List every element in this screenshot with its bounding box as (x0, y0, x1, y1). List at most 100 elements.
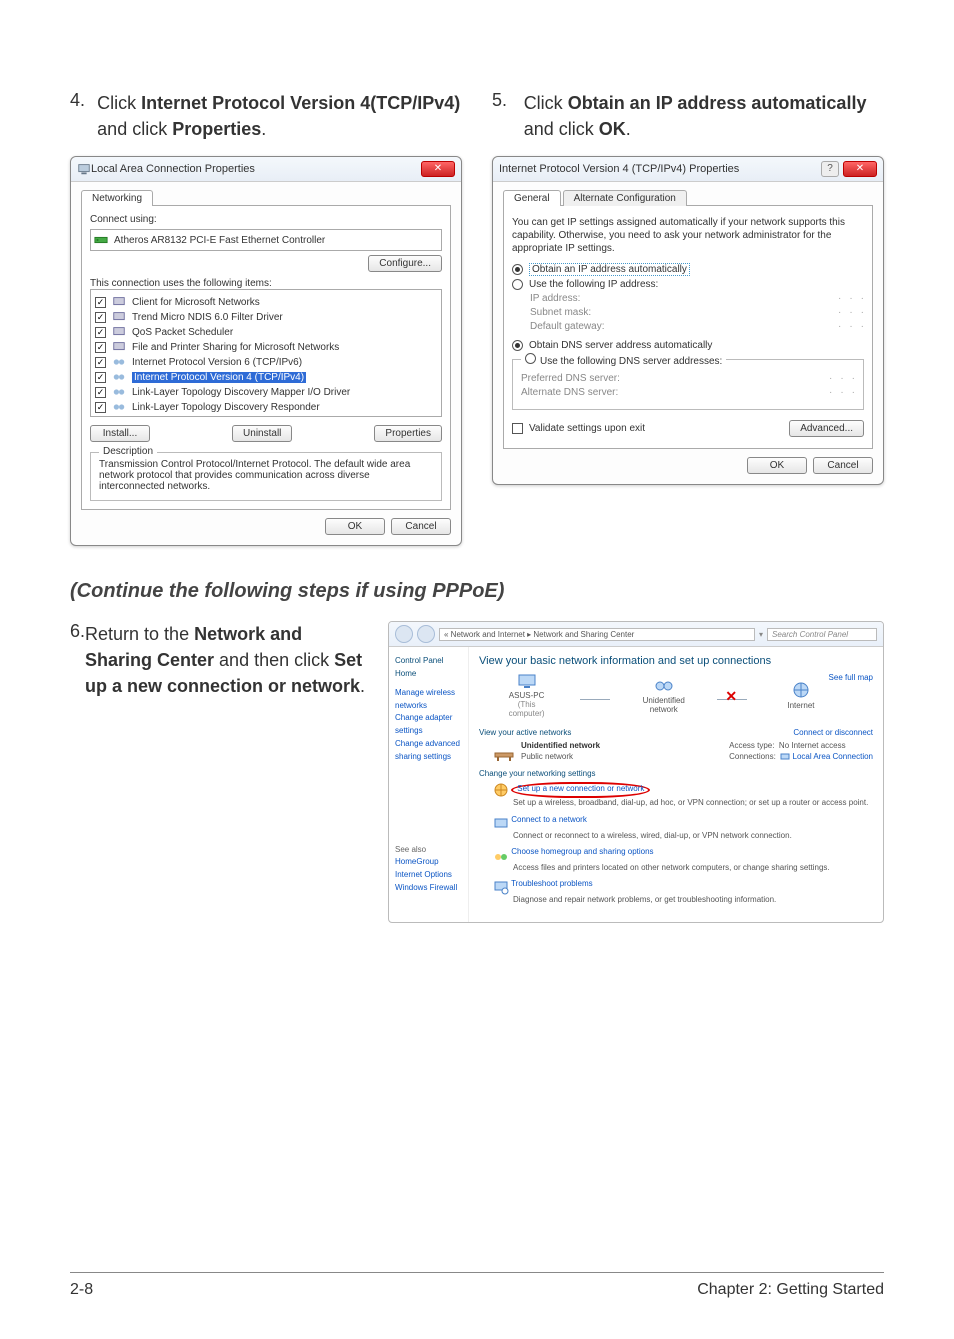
card-title: Unidentified network (521, 741, 600, 751)
list-item[interactable]: Trend Micro NDIS 6.0 Filter Driver (132, 312, 283, 323)
label-auto-dns[interactable]: Obtain DNS server address automatically (529, 340, 712, 351)
option-connect-network[interactable]: Connect to a network Connect or reconnec… (493, 815, 873, 841)
sidebar-adapter[interactable]: Change adapter settings (395, 712, 462, 738)
ipv4-titlebar: Internet Protocol Version 4 (TCP/IPv4) P… (493, 157, 883, 182)
radio-use-dns[interactable] (525, 353, 536, 364)
list-item[interactable]: Link-Layer Topology Discovery Mapper I/O… (132, 387, 350, 398)
ok-button[interactable]: OK (747, 457, 807, 474)
items-listbox[interactable]: Client for Microsoft Networks Trend Micr… (90, 289, 442, 417)
opt2-title: Connect to a network (511, 815, 587, 824)
node-unid-label: Unidentified network (636, 696, 691, 714)
sidebar-homegroup[interactable]: HomeGroup (395, 856, 462, 869)
sidebar-home[interactable]: Control Panel Home (395, 655, 462, 681)
label-validate[interactable]: Validate settings upon exit (529, 423, 645, 434)
connect-disconnect-link[interactable]: Connect or disconnect (793, 728, 873, 737)
sidebar-inetopt[interactable]: Internet Options (395, 869, 462, 882)
help-icon[interactable]: ? (821, 161, 839, 177)
opt4-title: Troubleshoot problems (511, 879, 593, 888)
lan-title: Local Area Connection Properties (91, 163, 421, 175)
list-item[interactable]: File and Printer Sharing for Microsoft N… (132, 342, 339, 353)
opt1-title: Set up a new connection or network (517, 784, 644, 793)
cancel-button[interactable]: Cancel (813, 457, 873, 474)
option-homegroup[interactable]: Choose homegroup and sharing options Acc… (493, 847, 873, 873)
radio-auto-ip[interactable] (512, 264, 523, 275)
list-item[interactable]: Internet Protocol Version 6 (TCP/IPv6) (132, 357, 302, 368)
option-troubleshoot[interactable]: Troubleshoot problems Diagnose and repai… (493, 879, 873, 905)
checkbox-icon[interactable] (95, 342, 106, 353)
sidebar-seealso: See also (395, 844, 462, 857)
service-icon (112, 340, 126, 354)
breadcrumb[interactable]: « Network and Internet ▸ Network and Sha… (439, 628, 755, 641)
label-use-dns[interactable]: Use the following DNS server addresses: (540, 356, 722, 367)
label-use-ip[interactable]: Use the following IP address: (529, 279, 658, 290)
subnet-label: Subnet mask: (530, 307, 640, 318)
radio-auto-dns[interactable] (512, 340, 523, 351)
alt-dns-field: ··· (829, 387, 855, 398)
tab-general[interactable]: General (503, 190, 561, 206)
page-footer: 2-8 Chapter 2: Getting Started (70, 1272, 884, 1299)
radio-use-ip[interactable] (512, 279, 523, 290)
client-icon (112, 295, 126, 309)
checkbox-icon[interactable] (95, 387, 106, 398)
node-pc-label: ASUS-PC (499, 691, 554, 700)
ip-address-label: IP address: (530, 293, 640, 304)
gateway-label: Default gateway: (530, 321, 640, 332)
back-icon[interactable] (395, 625, 413, 643)
label-auto-ip[interactable]: Obtain an IP address automatically (529, 263, 690, 276)
uninstall-button[interactable]: Uninstall (232, 425, 292, 442)
active-network-card: Unidentified network Public network Acce… (493, 741, 873, 763)
close-icon[interactable]: ✕ (843, 161, 877, 177)
globe-icon (792, 681, 810, 699)
list-item-selected[interactable]: Internet Protocol Version 4 (TCP/IPv4) (132, 372, 306, 383)
list-item[interactable]: QoS Packet Scheduler (132, 327, 233, 338)
network-map: ASUS-PC (This computer) Unidentified net… (499, 673, 829, 718)
connection-link[interactable]: Local Area Connection (793, 752, 874, 761)
step6-text: Return to the Network and Sharing Center… (85, 621, 370, 699)
step5-post: . (626, 119, 631, 139)
connect-using-label: Connect using: (90, 214, 442, 225)
service-icon (112, 310, 126, 324)
list-item[interactable]: Client for Microsoft Networks (132, 297, 260, 308)
highlighted-option: Set up a new connection or network (511, 782, 650, 797)
install-button[interactable]: Install... (90, 425, 150, 442)
list-item[interactable]: Link-Layer Topology Discovery Responder (132, 402, 320, 413)
network-sharing-center-window: « Network and Internet ▸ Network and Sha… (388, 621, 884, 923)
see-full-map-link[interactable]: See full map (829, 673, 873, 682)
checkbox-icon[interactable] (95, 372, 106, 383)
sidebar-wireless[interactable]: Manage wireless networks (395, 687, 462, 713)
step5-mid: and click (524, 119, 599, 139)
node-internet: Internet (773, 681, 828, 710)
close-icon[interactable]: ✕ (421, 161, 455, 177)
node-internet-label: Internet (773, 701, 828, 710)
checkbox-validate[interactable] (512, 423, 523, 434)
sidebar-firewall[interactable]: Windows Firewall (395, 882, 462, 895)
checkbox-icon[interactable] (95, 312, 106, 323)
advanced-button[interactable]: Advanced... (789, 420, 864, 437)
configure-button[interactable]: Configure... (368, 255, 442, 272)
step5-bold2: OK (599, 119, 626, 139)
checkbox-icon[interactable] (95, 327, 106, 338)
connect-icon (493, 815, 509, 831)
properties-button[interactable]: Properties (374, 425, 442, 442)
sidebar: Control Panel Home Manage wireless netwo… (389, 647, 469, 922)
node-pc-sub: (This computer) (499, 700, 554, 718)
sidebar-advanced[interactable]: Change advanced sharing settings (395, 738, 462, 764)
service-icon (112, 325, 126, 339)
checkbox-icon[interactable] (95, 357, 106, 368)
step4-bold1: Internet Protocol Version 4(TCP/IPv4) (141, 93, 460, 113)
gateway-field: ··· (838, 321, 864, 332)
tab-networking[interactable]: Networking (81, 190, 153, 206)
search-input[interactable]: Search Control Panel (767, 628, 877, 641)
forward-icon[interactable] (417, 625, 435, 643)
cancel-button[interactable]: Cancel (391, 518, 451, 535)
checkbox-icon[interactable] (95, 297, 106, 308)
page-number: 2-8 (70, 1281, 93, 1299)
option-setup-connection[interactable]: Set up a new connection or network Set u… (493, 782, 873, 808)
opt3-desc: Access files and printers located on oth… (513, 863, 830, 873)
ok-button[interactable]: OK (325, 518, 385, 535)
alt-dns-label: Alternate DNS server: (521, 387, 631, 398)
checkbox-icon[interactable] (95, 402, 106, 413)
subnet-field: ··· (838, 307, 864, 318)
step5-text: Click Obtain an IP address automatically… (524, 90, 884, 142)
tab-alternate[interactable]: Alternate Configuration (563, 190, 687, 206)
